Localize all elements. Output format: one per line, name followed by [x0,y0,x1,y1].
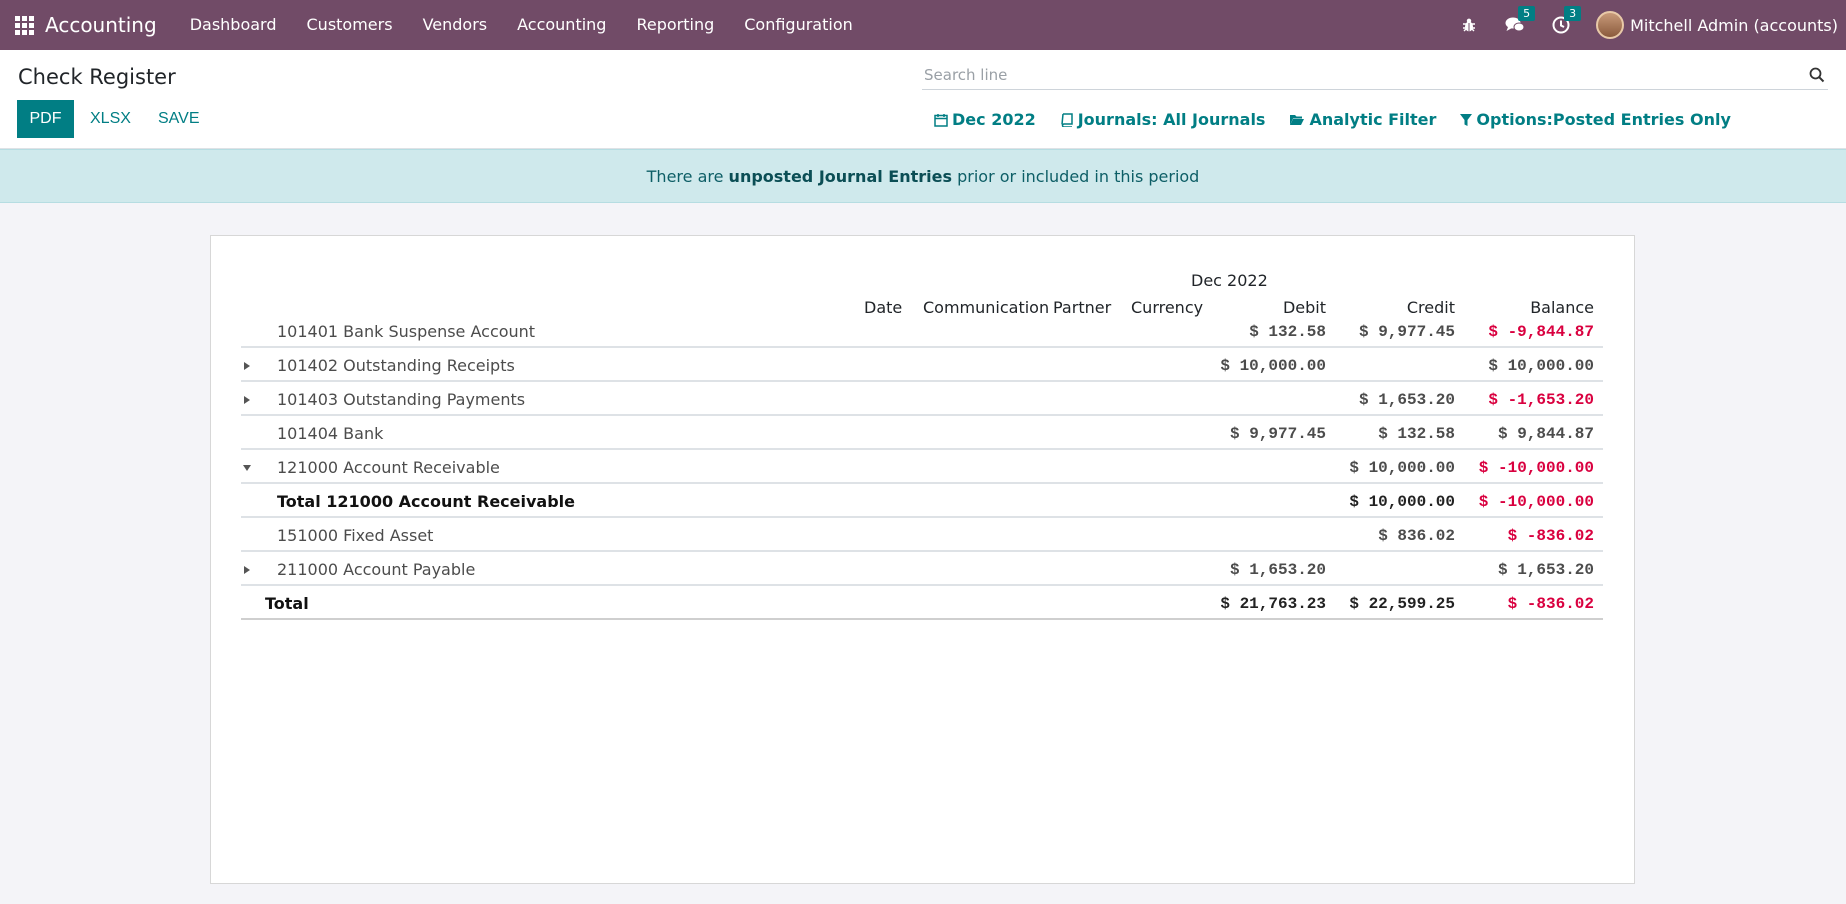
col-currency: Currency [1131,298,1204,317]
save-button[interactable]: SAVE [158,100,200,138]
col-date: Date [864,298,903,317]
account-label[interactable]: 121000 Account Receivable [277,458,500,477]
top-navbar: Accounting Dashboard Customers Vendors A… [0,0,1846,50]
credit-cell: $ 836.02 [1378,527,1455,545]
column-header-row: Date Communication Partner Currency Debi… [241,296,1603,320]
messages-chat-icon[interactable]: 5 [1504,6,1536,36]
report-row: 151000 Fixed Asset $ 836.02 $ -836.02 [241,518,1603,552]
debit-cell: $ 132.58 [1249,323,1326,341]
balance-cell: $ 1,653.20 [1497,561,1594,579]
activities-clock-icon[interactable]: 3 [1550,6,1582,36]
options-filter[interactable]: Options:Posted Entries Only [1460,110,1731,129]
balance-cell: $ 10,000.00 [1488,357,1594,375]
account-label: 101401 Bank Suspense Account [277,322,536,341]
user-menu[interactable]: Mitchell Admin (accounts) [1630,16,1838,35]
menu-accounting[interactable]: Accounting [502,0,621,50]
balance-cell: $ -10,000.00 [1478,493,1594,511]
messages-badge: 5 [1518,6,1536,21]
analytic-filter[interactable]: Analytic Filter [1289,110,1436,129]
caret-right-icon[interactable] [241,564,253,576]
debit-cell: $ 10,000.00 [1220,357,1326,375]
total-credit: $ 22,599.25 [1349,595,1455,613]
navbar-systray: 5 3 Mitchell Admin (accounts) [1458,0,1846,50]
col-debit: Debit [1282,298,1326,317]
total-balance: $ -836.02 [1507,595,1594,613]
date-filter[interactable]: Dec 2022 [934,110,1036,129]
activities-badge: 3 [1564,6,1582,21]
control-panel: Check Register PDF XLSX SAVE Dec 2022 Jo… [0,50,1846,149]
apps-menu-icon[interactable] [13,14,35,36]
user-avatar[interactable] [1596,11,1625,39]
report-sheet: Dec 2022 Date Communication Partner Curr… [210,235,1635,884]
search-icon[interactable] [1806,64,1828,86]
xlsx-button[interactable]: XLSX [90,100,131,138]
total-debit: $ 21,763.23 [1220,595,1326,613]
date-filter-label: Dec 2022 [952,110,1036,129]
menu-configuration[interactable]: Configuration [729,0,868,50]
analytic-filter-label: Analytic Filter [1309,110,1437,129]
debit-cell: $ 9,977.45 [1229,425,1326,443]
col-communication: Communication [923,298,1050,317]
report-row[interactable]: 121000 Account Receivable $ 10,000.00 $ -1… [241,450,1603,484]
debit-cell: $ 1,653.20 [1229,561,1326,579]
credit-cell: $ 10,000.00 [1349,459,1455,477]
account-label[interactable]: 101403 Outstanding Payments [277,390,525,409]
alert-suffix: prior or included in this period [957,166,1200,186]
report-rows: 101401 Bank Suspense Account $ 132.58 $ 9,… [241,322,1603,620]
main-menu: Dashboard Customers Vendors Accounting R… [175,0,868,50]
report-row: Total 121000 Account Receivable $ 10,000.… [241,484,1603,518]
menu-reporting[interactable]: Reporting [621,0,729,50]
balance-cell: $ -836.02 [1507,527,1594,545]
book-icon [1060,112,1073,127]
report-row[interactable]: 211000 Account Payable $ 1,653.20 $ 1,653.… [241,552,1603,586]
period-header: Dec 2022 [1191,271,1268,290]
page-title: Check Register [18,65,176,89]
menu-vendors[interactable]: Vendors [408,0,503,50]
alert-prefix: There are [646,166,724,186]
total-label: Total [265,594,309,613]
menu-dashboard[interactable]: Dashboard [175,0,292,50]
balance-cell: $ -10,000.00 [1478,459,1594,477]
journals-filter-label: Journals: All Journals [1077,110,1266,129]
report-row[interactable]: 101402 Outstanding Receipts $ 10,000.00 $ … [241,348,1603,382]
credit-cell: $ 10,000.00 [1349,493,1455,511]
balance-cell: $ -9,844.87 [1488,323,1594,341]
col-partner: Partner [1053,298,1112,317]
search-input[interactable] [922,65,1806,84]
folder-open-icon [1290,114,1305,125]
unposted-entries-alert: There are unposted Journal Entries prior… [0,149,1846,203]
account-label: Total 121000 Account Receivable [277,492,575,511]
menu-customers[interactable]: Customers [292,0,408,50]
balance-cell: $ -1,653.20 [1488,391,1594,409]
credit-cell: $ 1,653.20 [1358,391,1455,409]
credit-cell: $ 132.58 [1378,425,1455,443]
caret-right-icon[interactable] [241,394,253,406]
report-row: 101404 Bank $ 9,977.45 $ 132.58 $ 9,844.87 [241,416,1603,450]
caret-right-icon[interactable] [241,360,253,372]
credit-cell: $ 9,977.45 [1358,323,1455,341]
debug-bug-icon[interactable] [1458,14,1480,36]
account-label[interactable]: 211000 Account Payable [277,560,475,579]
journals-filter[interactable]: Journals: All Journals [1060,110,1266,129]
pdf-button[interactable]: PDF [17,100,74,138]
balance-cell: $ 9,844.87 [1497,425,1594,443]
account-label[interactable]: 101402 Outstanding Receipts [277,356,515,375]
unposted-entries-link[interactable]: unposted Journal Entries [729,167,952,186]
total-row: Total $ 21,763.23 $ 22,599.25 $ -836.02 [241,586,1603,620]
col-balance: Balance [1530,298,1594,317]
col-credit: Credit [1406,298,1455,317]
report-filters: Dec 2022 Journals: All Journals Analytic… [934,110,1755,129]
account-label: 101404 Bank [277,424,384,443]
account-label: 151000 Fixed Asset [277,526,434,545]
caret-down-icon[interactable] [241,462,253,474]
report-row: 101401 Bank Suspense Account $ 132.58 $ 9,… [241,322,1603,348]
app-brand[interactable]: Accounting [45,13,157,37]
search-bar [922,60,1828,90]
funnel-filter-icon [1460,113,1473,126]
options-filter-label: Options:Posted Entries Only [1476,110,1731,129]
calendar-icon [934,113,948,127]
period-header-row: Dec 2022 [241,269,1603,293]
report-row[interactable]: 101403 Outstanding Payments $ 1,653.20 $ -… [241,382,1603,416]
